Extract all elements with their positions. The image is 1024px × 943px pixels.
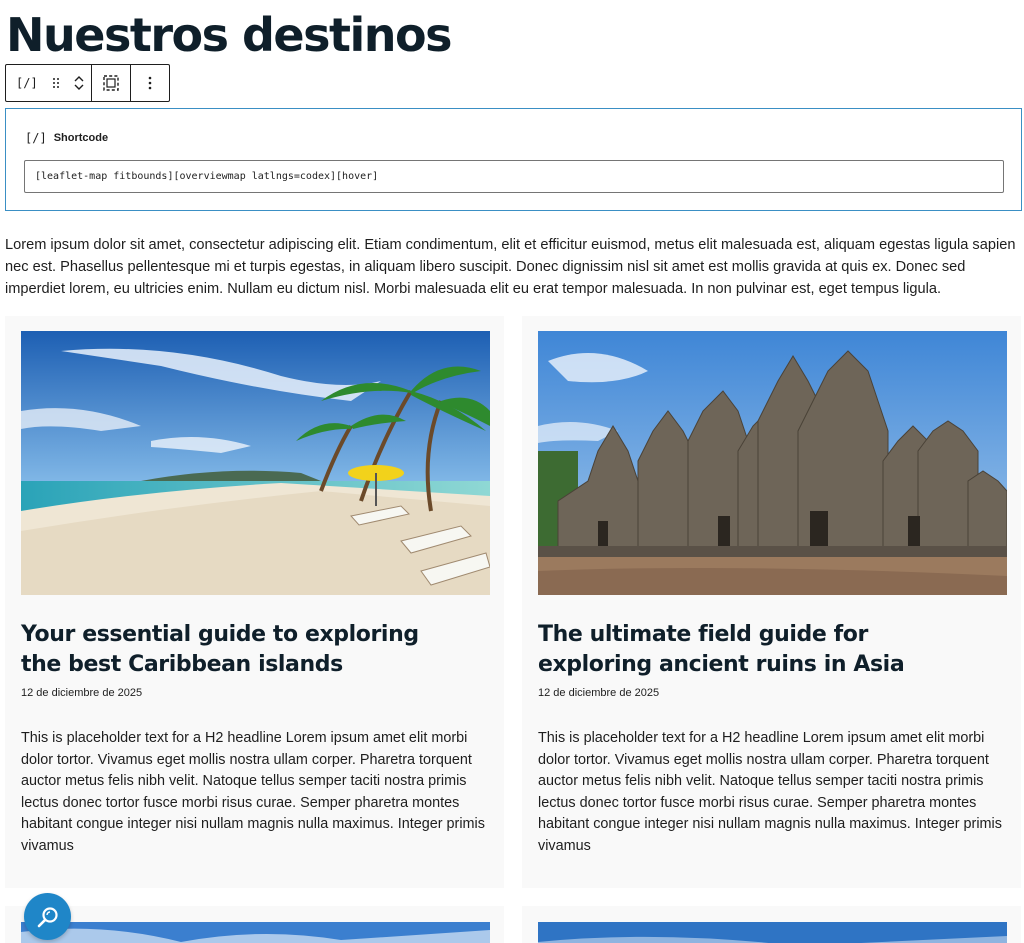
- shortcode-input[interactable]: [leaflet-map fitbounds][overviewmap latl…: [24, 160, 1004, 193]
- select-parent-icon[interactable]: [102, 74, 120, 92]
- drag-handle-icon[interactable]: [52, 77, 60, 89]
- more-vertical-icon[interactable]: [148, 76, 152, 90]
- featured-image-beach[interactable]: [21, 331, 490, 595]
- post-excerpt: This is placeholder text for a H2 headli…: [21, 730, 485, 854]
- toolbar-group-options: [131, 65, 169, 101]
- post-date: 12 de diciembre de 2025: [538, 687, 660, 699]
- post-card[interactable]: [522, 906, 1021, 943]
- toolbar-group-select: [92, 65, 131, 101]
- post-card[interactable]: [5, 906, 504, 943]
- featured-image[interactable]: [21, 922, 490, 943]
- chevron-up-icon[interactable]: [74, 75, 84, 83]
- shortcode-label: Shortcode: [53, 132, 109, 144]
- featured-image-ruins[interactable]: [538, 331, 1007, 595]
- post-card[interactable]: Your essential guide to exploring the be…: [5, 316, 504, 888]
- featured-image[interactable]: [538, 922, 1007, 943]
- post-date: 12 de diciembre de 2025: [21, 687, 143, 699]
- shortcode-icon: [/]: [25, 131, 47, 145]
- shortcode-header: [/] Shortcode: [25, 131, 108, 145]
- search-zoom-button[interactable]: [24, 893, 71, 940]
- toolbar-group-block: [/]: [6, 65, 92, 101]
- post-title[interactable]: Your essential guide to exploring the be…: [21, 620, 461, 680]
- block-mover: [74, 75, 84, 91]
- post-title[interactable]: The ultimate field guide for exploring a…: [538, 620, 978, 680]
- intro-paragraph[interactable]: Lorem ipsum dolor sit amet, consectetur …: [5, 234, 1020, 300]
- post-card[interactable]: The ultimate field guide for exploring a…: [522, 316, 1021, 888]
- search-zoom-icon: [37, 906, 58, 927]
- chevron-down-icon[interactable]: [74, 83, 84, 91]
- page-title: Nuestros destinos: [6, 8, 453, 62]
- post-excerpt: This is placeholder text for a H2 headli…: [538, 730, 1002, 854]
- shortcode-block[interactable]: [/] Shortcode [leaflet-map fitbounds][ov…: [5, 108, 1022, 211]
- shortcode-block-icon[interactable]: [/]: [16, 76, 38, 90]
- block-toolbar: [/]: [5, 64, 170, 102]
